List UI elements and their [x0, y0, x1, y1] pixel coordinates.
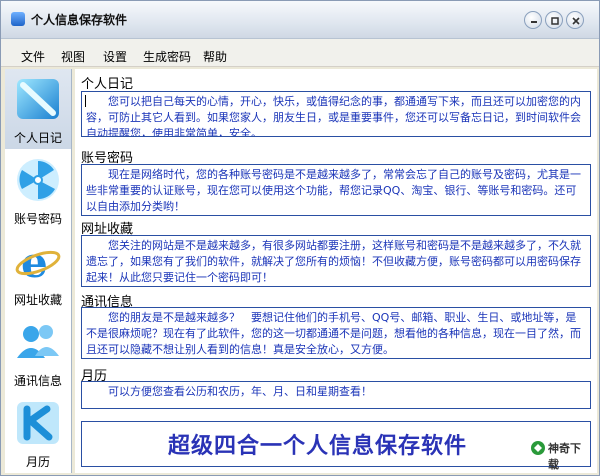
sidebar-item-calendar[interactable]: 月历 — [5, 393, 71, 473]
text-caret — [85, 95, 86, 107]
sidebar-item-label: 通讯信息 — [13, 374, 62, 388]
sidebar: 个人日记 账号密码 e 网址收藏 通讯信息 月历 — [5, 69, 72, 473]
sidebar-item-label: 月历 — [25, 455, 50, 469]
title-bar[interactable]: 个人信息保存软件 — [1, 1, 599, 39]
diary-textbox[interactable]: 您可以把自己每天的心情，开心，快乐，或值得纪念的事，都通通写下来，而且还可以加密… — [81, 91, 591, 137]
ie-browser-icon: e — [15, 238, 61, 285]
sidebar-item-accounts[interactable]: 账号密码 — [5, 150, 71, 230]
watermark: 神奇下载 — [530, 440, 590, 471]
sidebar-item-label: 账号密码 — [13, 212, 62, 226]
menu-generate-password[interactable]: 生成密码 — [143, 48, 191, 65]
diary-text: 您可以把自己每天的心情，开心，快乐，或值得纪念的事，都通通写下来，而且还可以加密… — [86, 95, 581, 137]
close-icon — [572, 17, 580, 25]
watermark-logo-icon — [531, 441, 545, 455]
maximize-icon — [551, 17, 559, 25]
menu-settings[interactable]: 设置 — [103, 48, 127, 65]
sidebar-item-bookmarks[interactable]: e 网址收藏 — [5, 231, 71, 311]
sidebar-item-contacts[interactable]: 通讯信息 — [5, 312, 71, 392]
sidebar-item-label: 网址收藏 — [13, 293, 62, 307]
app-icon — [11, 12, 25, 26]
contacts-text: 您的朋友是不是越来越多？ 要想记住他们的手机号、QQ号、邮箱、职业、生日、或地址… — [86, 311, 581, 356]
maximize-button[interactable] — [545, 11, 563, 29]
bookmarks-text: 您关注的网站是不是越来越多，有很多网站都要注册，这样账号和密码是不是越来越多了，… — [86, 239, 581, 284]
content-panel: 个人日记 您可以把自己每天的心情，开心，快乐，或值得纪念的事，都通通写下来，而且… — [75, 69, 597, 473]
menu-view[interactable]: 视图 — [61, 48, 85, 65]
menu-bar: 文件 视图 设置 生成密码 帮助 — [1, 39, 599, 67]
sidebar-item-diary[interactable]: 个人日记 — [5, 69, 71, 149]
calendar-icon — [17, 402, 59, 444]
calendar-textbox[interactable]: 可以方便您查看公历和农历，年、月、日和星期查看！ — [81, 381, 591, 409]
watermark-text: 神奇下载 — [548, 442, 581, 471]
minimize-icon — [531, 21, 537, 23]
contacts-textbox[interactable]: 您的朋友是不是越来越多？ 要想记住他们的手机号、QQ号、邮箱、职业、生日、或地址… — [81, 307, 591, 359]
banner-title: 超级四合一个人信息保存软件 — [168, 433, 468, 459]
minimize-button[interactable] — [524, 11, 542, 29]
accounts-text: 现在是网络时代，您的各种账号密码是不是越来越多了，常常会忘了自己的账号及密码，尤… — [86, 168, 581, 213]
diary-icon — [17, 79, 59, 119]
sidebar-item-label: 个人日记 — [13, 131, 62, 145]
bookmarks-textbox[interactable]: 您关注的网站是不是越来越多，有很多网站都要注册，这样账号和密码是不是越来越多了，… — [81, 235, 591, 287]
window-title: 个人信息保存软件 — [31, 13, 128, 27]
menu-file[interactable]: 文件 — [21, 48, 45, 65]
section-title-diary: 个人日记 — [81, 77, 134, 92]
app-window: 个人信息保存软件 文件 视图 设置 生成密码 帮助 个人日记 账号密码 e 网址… — [0, 0, 600, 476]
menu-help[interactable]: 帮助 — [203, 48, 227, 65]
radiation-icon — [17, 159, 59, 201]
close-button[interactable] — [566, 11, 584, 29]
banner: 超级四合一个人信息保存软件 神奇下载 — [81, 421, 591, 471]
calendar-text: 可以方便您查看公历和农历，年、月、日和星期查看！ — [86, 385, 372, 398]
contacts-icon — [17, 325, 59, 358]
accounts-textbox[interactable]: 现在是网络时代，您的各种账号密码是不是越来越多了，常常会忘了自己的账号及密码，尤… — [81, 164, 591, 216]
